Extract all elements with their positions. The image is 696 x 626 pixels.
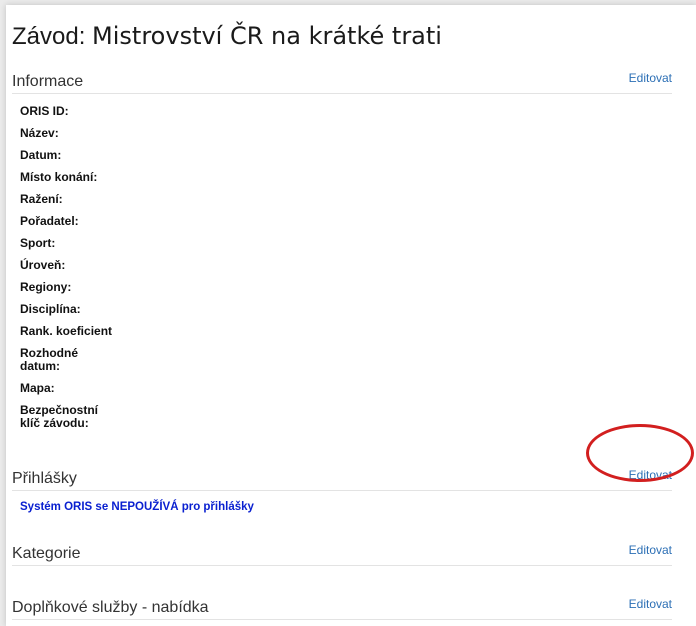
edit-doplnkove-sluzby-link[interactable]: Editovat xyxy=(629,597,672,611)
page-title: Závod: Mistrovství ČR na krátké trati xyxy=(12,22,442,51)
info-field-poradatel: Pořadatel: xyxy=(20,214,79,228)
info-field-misto-konani: Místo konání: xyxy=(20,170,98,184)
page-title-label: Závod: xyxy=(12,23,86,50)
edit-prihlasky-link[interactable]: Editovat xyxy=(629,468,672,482)
info-field-rozhodne-datum: Rozhodné datum: xyxy=(20,346,78,373)
info-field-nazev: Název: xyxy=(20,126,59,140)
edit-kategorie-link[interactable]: Editovat xyxy=(629,543,672,557)
info-field-disciplina: Disciplína: xyxy=(20,302,81,316)
info-field-list: ORIS ID: Název: Datum: Místo konání: Raž… xyxy=(20,105,150,439)
section-kategorie: Kategorie Editovat xyxy=(12,543,672,566)
section-doplnkove-sluzby: Doplňkové služby - nabídka Editovat xyxy=(12,597,672,620)
info-field-rank-koeficient: Rank. koeficient xyxy=(20,324,113,338)
section-informace: Informace Editovat xyxy=(12,71,672,94)
info-field-bezpecnostni-klic: Bezpečnostní klíč závodu: xyxy=(20,403,99,430)
info-field-datum: Datum: xyxy=(20,148,62,162)
oris-registration-note: Systém ORIS se NEPOUŽÍVÁ pro přihlášky xyxy=(20,501,254,513)
edit-informace-link[interactable]: Editovat xyxy=(629,71,672,85)
info-field-uroven: Úroveň: xyxy=(20,258,66,272)
info-field-razeni: Ražení: xyxy=(20,192,63,206)
section-prihlasky: Přihlášky Editovat xyxy=(12,468,672,491)
section-title-informace: Informace xyxy=(12,73,84,90)
section-title-doplnkove-sluzby: Doplňkové služby - nabídka xyxy=(12,599,209,616)
info-field-sport: Sport: xyxy=(20,236,56,250)
info-field-regiony: Regiony: xyxy=(20,280,72,294)
page-title-race-name: Mistrovství ČR na krátké trati xyxy=(92,22,442,50)
info-field-oris-id: ORIS ID: xyxy=(20,104,69,118)
section-title-prihlasky: Přihlášky xyxy=(12,470,77,487)
info-field-mapa: Mapa: xyxy=(20,381,55,395)
section-title-kategorie: Kategorie xyxy=(12,545,81,562)
